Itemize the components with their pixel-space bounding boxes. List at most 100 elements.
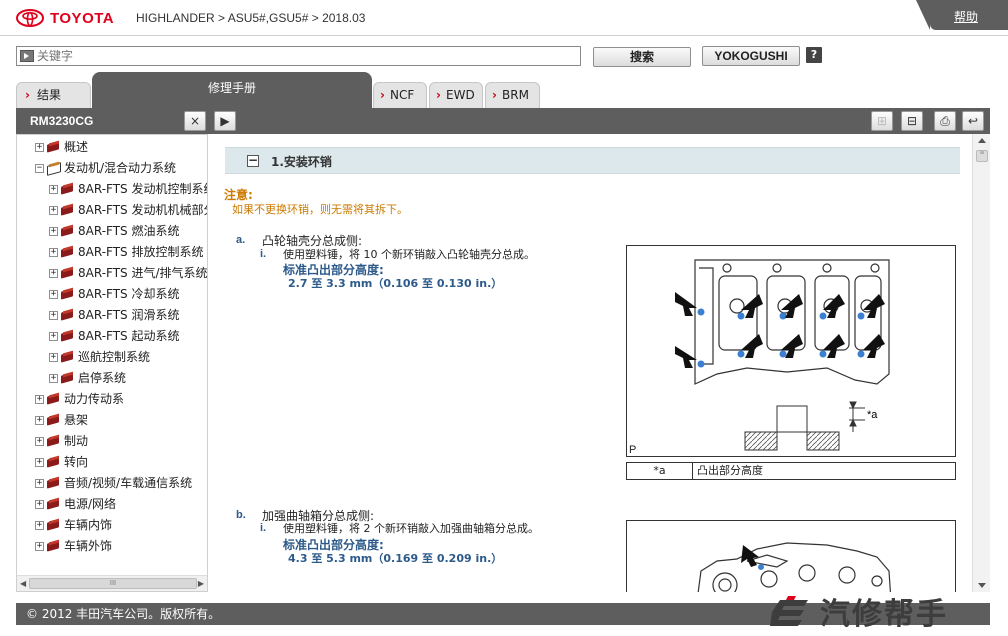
- expand-toggle-icon[interactable]: +: [35, 499, 44, 509]
- tree-item[interactable]: + 巡航控制系统: [49, 347, 150, 367]
- tree-item-label: 音频/视频/车载通信系统: [64, 476, 193, 490]
- tab-ewd[interactable]: › EWD: [429, 82, 483, 108]
- step-a-spec-value: 2.7 至 3.3 mm（0.106 至 0.130 in.）: [288, 277, 503, 290]
- collapse-icon[interactable]: −: [247, 154, 259, 167]
- expand-toggle-icon[interactable]: +: [49, 310, 58, 320]
- watermark: 汽修帮手: [768, 588, 1004, 634]
- expand-all-button[interactable]: ⊞: [871, 111, 893, 131]
- tab-brm-label: BRM: [502, 88, 529, 102]
- tree-item[interactable]: +8AR-FTS 进气/排气系统: [49, 263, 207, 283]
- crankcase-illustration: [697, 542, 892, 592]
- tab-repair-manual[interactable]: 修理手册: [92, 72, 372, 108]
- expand-toggle-icon[interactable]: +: [35, 436, 44, 446]
- print-button[interactable]: ⎙: [934, 111, 956, 131]
- help-link[interactable]: 帮助: [954, 8, 978, 25]
- help-question-button[interactable]: ?: [806, 47, 822, 63]
- tree-item-label: 8AR-FTS 发动机控制系统: [78, 182, 207, 196]
- step-a-letter: a.: [236, 234, 246, 246]
- tree-item[interactable]: + 转向: [35, 452, 88, 472]
- expand-toggle-icon[interactable]: +: [49, 205, 58, 215]
- expand-toggle-icon[interactable]: +: [35, 478, 44, 488]
- scroll-left-icon[interactable]: ◀: [20, 579, 26, 588]
- tree-item[interactable]: + 车辆内饰: [35, 515, 112, 535]
- tree-item[interactable]: + 悬架: [35, 410, 88, 430]
- tree-item[interactable]: +8AR-FTS 发动机机械部分: [49, 200, 207, 220]
- tree-item[interactable]: + 电源/网络: [35, 494, 116, 514]
- tree-item[interactable]: + 概述: [35, 137, 88, 157]
- search-button[interactable]: 搜索: [593, 47, 691, 67]
- expand-toggle-icon[interactable]: +: [49, 247, 58, 257]
- search-input[interactable]: [34, 47, 574, 65]
- tree-item[interactable]: +8AR-FTS 燃油系统: [49, 221, 179, 241]
- expand-toggle-icon[interactable]: +: [49, 352, 58, 362]
- tab-results[interactable]: › 结果: [16, 82, 91, 108]
- book-icon: [46, 540, 61, 552]
- scroll-up-icon[interactable]: [978, 138, 986, 143]
- expand-toggle-icon[interactable]: +: [35, 457, 44, 467]
- expand-toggle-icon[interactable]: +: [49, 184, 58, 194]
- tree-item[interactable]: +8AR-FTS 润滑系统: [49, 305, 179, 325]
- tree-item[interactable]: +8AR-FTS 排放控制系统: [49, 242, 203, 262]
- expand-toggle-icon[interactable]: +: [49, 373, 58, 383]
- expand-toggle-icon[interactable]: +: [49, 226, 58, 236]
- tab-ncf[interactable]: › NCF: [373, 82, 427, 108]
- book-icon: [46, 141, 61, 153]
- navigation-tree: + 概述 − 发动机/混合动力系统 +8AR-FTS 发动机控制系统 +8AR-FTS 发…: [17, 135, 207, 575]
- expand-toggle-icon[interactable]: +: [49, 268, 58, 278]
- close-button[interactable]: ×: [184, 111, 206, 131]
- scroll-thumb[interactable]: III: [29, 578, 197, 589]
- book-icon: [46, 435, 61, 447]
- tree-item[interactable]: +8AR-FTS 起动系统: [49, 326, 179, 346]
- tree-item[interactable]: +8AR-FTS 发动机控制系统: [49, 179, 207, 199]
- tree-item[interactable]: − 发动机/混合动力系统: [35, 158, 176, 178]
- tree-item-label: 8AR-FTS 发动机机械部分: [78, 203, 207, 217]
- tree-item[interactable]: + 制动: [35, 431, 88, 451]
- back-button[interactable]: ↩: [962, 111, 984, 131]
- collapse-all-button[interactable]: ⊟: [901, 111, 923, 131]
- tab-results-label: 结果: [37, 88, 62, 102]
- tree-item[interactable]: + 音频/视频/车载通信系统: [35, 473, 192, 493]
- step-b-sub-number: i.: [260, 522, 267, 534]
- book-icon: [46, 498, 61, 510]
- step-a-sub-number: i.: [260, 248, 267, 260]
- document-toolbar: RM3230CG × ▶ ⊞ ⊟ ⎙ ↩: [16, 108, 990, 134]
- expand-toggle-icon[interactable]: +: [35, 394, 44, 404]
- chevron-right-icon: ›: [492, 88, 497, 102]
- figure-letter: P: [629, 444, 637, 456]
- tree-item-label: 8AR-FTS 燃油系统: [78, 224, 180, 238]
- legend-key: *a: [627, 463, 693, 479]
- book-icon: [60, 204, 75, 216]
- tab-brm[interactable]: › BRM: [485, 82, 540, 108]
- section-title: 1.安装环销: [271, 155, 332, 169]
- tree-item-label: 8AR-FTS 起动系统: [78, 329, 180, 343]
- book-icon: [46, 477, 61, 489]
- expand-toggle-icon[interactable]: +: [35, 142, 44, 152]
- legend-value: 凸出部分高度: [697, 464, 763, 477]
- tab-repair-manual-label: 修理手册: [207, 81, 256, 95]
- expand-toggle-icon[interactable]: +: [35, 541, 44, 551]
- tree-item-label: 制动: [64, 434, 89, 448]
- play-button[interactable]: ▶: [214, 111, 236, 131]
- expand-toggle-icon[interactable]: +: [35, 415, 44, 425]
- section-header[interactable]: − 1.安装环销: [225, 147, 960, 174]
- tree-item-label: 电源/网络: [64, 497, 117, 511]
- tree-item[interactable]: + 动力传动系: [35, 389, 124, 409]
- horizontal-scrollbar[interactable]: ◀ III ▶: [17, 575, 207, 591]
- vertical-scrollbar[interactable]: ≡: [972, 134, 990, 592]
- expand-toggle-icon[interactable]: +: [35, 520, 44, 530]
- yokogushi-button[interactable]: YOKOGUSHI: [702, 46, 800, 66]
- tree-item[interactable]: +8AR-FTS 冷却系统: [49, 284, 179, 304]
- tree-item-label: 悬架: [64, 413, 89, 427]
- tree-item[interactable]: + 车辆外饰: [35, 536, 112, 556]
- expand-toggle-icon[interactable]: +: [49, 331, 58, 341]
- vertical-scroll-thumb[interactable]: ≡: [976, 150, 988, 162]
- toyota-emblem-icon: [16, 9, 44, 27]
- tree-item-label: 车辆外饰: [64, 539, 113, 553]
- tree-item[interactable]: + 启停系统: [49, 368, 126, 388]
- chevron-right-icon: ›: [25, 88, 30, 102]
- expand-toggle-icon[interactable]: +: [49, 289, 58, 299]
- scroll-right-icon[interactable]: ▶: [198, 579, 204, 588]
- collapse-toggle-icon[interactable]: −: [35, 163, 44, 173]
- document-id: RM3230CG: [30, 114, 94, 128]
- book-icon: [60, 351, 75, 363]
